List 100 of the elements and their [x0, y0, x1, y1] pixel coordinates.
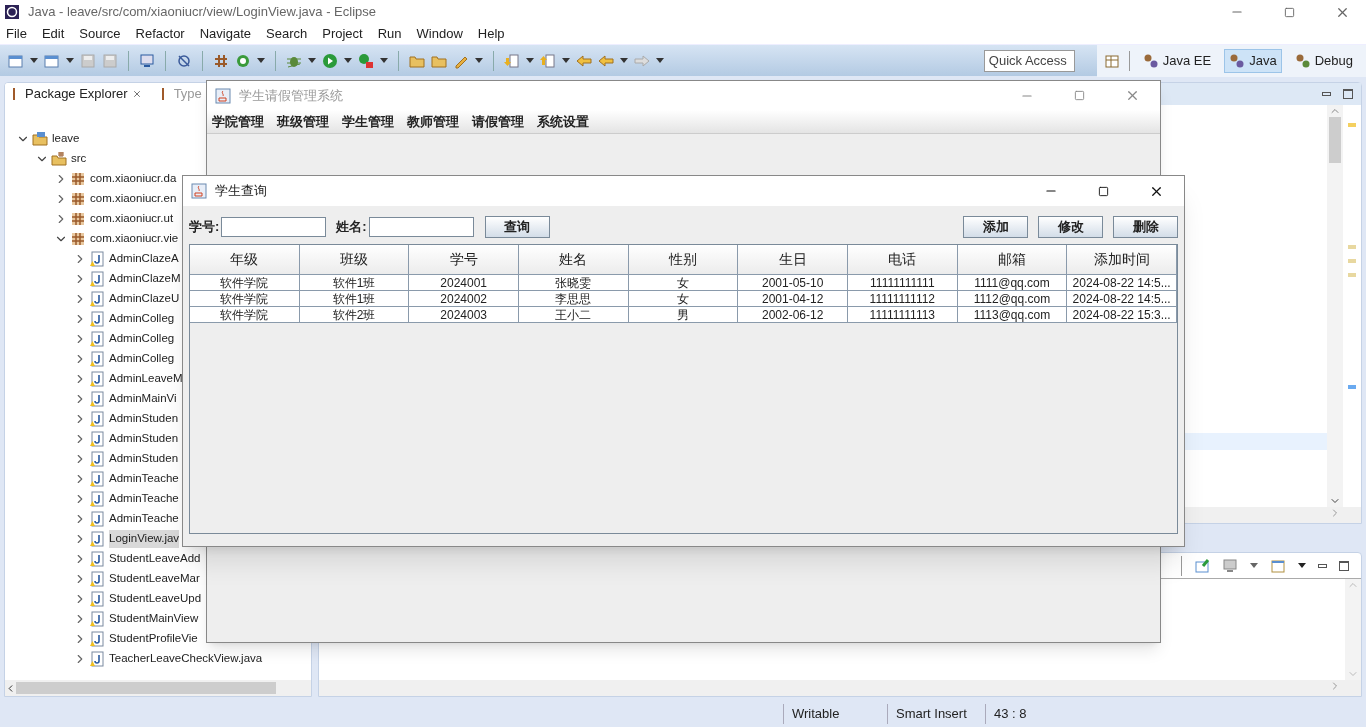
table-cell: 软件2班	[299, 307, 410, 323]
caret-icon[interactable]	[344, 58, 352, 63]
tree-item[interactable]: AdminStuden	[109, 430, 179, 448]
column-header[interactable]: 姓名	[519, 245, 629, 275]
tree-item[interactable]: AdminColleg	[109, 330, 175, 348]
tree-item[interactable]: LoginView.jav	[109, 530, 180, 548]
menu-item[interactable]: 系统设置	[537, 111, 589, 132]
menu-item[interactable]: Project	[322, 24, 363, 44]
tree-item[interactable]: AdminStuden	[109, 410, 179, 428]
maximize-view-icon[interactable]	[1343, 89, 1353, 99]
column-header[interactable]: 班级	[299, 245, 410, 275]
caret-icon[interactable]	[475, 58, 483, 63]
tree-item[interactable]: com.xiaoniucr.en	[90, 190, 177, 208]
menu-item[interactable]: 班级管理	[277, 111, 329, 132]
grid-icon[interactable]	[213, 52, 229, 69]
tree-item[interactable]: AdminMainVi	[109, 390, 177, 408]
play-icon[interactable]	[322, 52, 338, 69]
menu-item[interactable]: 学院管理	[212, 111, 264, 132]
column-header[interactable]: 性别	[628, 245, 739, 275]
tree-item[interactable]: TeacherLeaveCheckView.java	[109, 650, 263, 668]
menu-item[interactable]: Search	[266, 24, 308, 44]
perspective-button[interactable]: Java EE	[1137, 48, 1217, 73]
caret-icon[interactable]	[1298, 563, 1306, 568]
column-header[interactable]: 添加时间	[1067, 245, 1177, 275]
tree-item[interactable]: StudentMainView	[109, 610, 199, 628]
caret-icon[interactable]	[526, 58, 534, 63]
tree-item[interactable]: AdminClazeA	[109, 250, 179, 268]
run-tool-icon[interactable]	[358, 52, 374, 69]
package-icon	[70, 231, 86, 247]
minimize-view-icon[interactable]	[1322, 92, 1331, 96]
table-cell: 软件学院	[190, 307, 300, 323]
caret-icon[interactable]	[656, 58, 664, 63]
java-file-icon	[89, 291, 105, 307]
action-button[interactable]: 修改	[1038, 216, 1103, 238]
menu-item[interactable]: Run	[377, 24, 402, 44]
caret-icon[interactable]	[620, 58, 628, 63]
java-file-icon	[89, 491, 105, 507]
column-header[interactable]: 生日	[738, 245, 848, 275]
window-icon[interactable]	[8, 52, 24, 69]
caret-icon[interactable]	[562, 58, 570, 63]
scrollbar-thumb[interactable]	[1329, 117, 1341, 163]
caret-icon[interactable]	[257, 58, 265, 63]
pin-icon[interactable]	[1194, 557, 1210, 574]
table-cell: 男	[628, 307, 739, 323]
tree-item[interactable]: AdminTeache	[109, 510, 179, 528]
column-header[interactable]: 学号	[409, 245, 519, 275]
caret-icon[interactable]	[30, 58, 38, 63]
tree-item[interactable]: AdminTeache	[109, 490, 179, 508]
monitor-icon[interactable]	[139, 52, 155, 69]
column-header[interactable]: 电话	[848, 245, 958, 275]
menu-item[interactable]: Refactor	[135, 24, 185, 44]
column-header[interactable]: 年级	[190, 245, 300, 275]
menu-item[interactable]: Edit	[41, 24, 65, 44]
minimize-view-icon[interactable]	[1318, 563, 1327, 568]
window-icon[interactable]	[44, 52, 60, 69]
tree-item[interactable]: AdminStuden	[109, 450, 179, 468]
tree-item[interactable]: AdminColleg	[109, 350, 175, 368]
column-header[interactable]: 邮箱	[957, 245, 1068, 275]
tree-item[interactable]: leave	[52, 130, 80, 148]
text-field[interactable]	[221, 217, 327, 237]
tree-item[interactable]: StudentLeaveAdd	[109, 550, 201, 568]
menu-item[interactable]: Navigate	[199, 24, 251, 44]
maximize-icon[interactable]	[1098, 185, 1109, 197]
tree-item[interactable]: src	[71, 150, 87, 168]
open-perspective-icon[interactable]	[1104, 52, 1121, 69]
caret-icon[interactable]	[66, 58, 74, 63]
menu-item[interactable]: 请假管理	[472, 111, 524, 132]
tree-item[interactable]: StudentLeaveMar	[109, 570, 200, 588]
tree-item[interactable]: AdminLeaveM	[109, 370, 183, 388]
menu-item[interactable]: File	[6, 24, 27, 44]
view-tab[interactable]: Package Explorer	[9, 83, 146, 105]
scrollbar-thumb[interactable]	[16, 682, 276, 694]
monitor-icon[interactable]	[1222, 557, 1238, 574]
tree-item[interactable]: AdminColleg	[109, 310, 175, 328]
action-button[interactable]: 删除	[1113, 216, 1178, 238]
menu-item[interactable]: Source	[79, 24, 121, 44]
tree-item[interactable]: StudentProfileVie	[109, 630, 198, 648]
tree-item[interactable]: com.xiaoniucr.ut	[90, 210, 174, 228]
menu-item[interactable]: Help	[477, 24, 505, 44]
perspective-button[interactable]: Java	[1224, 48, 1282, 73]
caret-icon[interactable]	[380, 58, 388, 63]
tree-item[interactable]: com.xiaoniucr.vie	[90, 230, 179, 248]
text-field[interactable]	[368, 217, 474, 237]
tree-item[interactable]: StudentLeaveUpd	[109, 590, 202, 608]
tree-item[interactable]: AdminTeache	[109, 470, 179, 488]
action-button[interactable]: 添加	[963, 216, 1028, 238]
perspective-button[interactable]: Debug	[1289, 48, 1358, 73]
maximize-view-icon[interactable]	[1339, 560, 1349, 571]
caret-icon[interactable]	[308, 58, 316, 63]
new-window-icon[interactable]	[1270, 557, 1286, 574]
menu-item[interactable]: 教师管理	[407, 111, 459, 132]
table-cell: 2001-04-12	[738, 291, 848, 307]
table-cell: 2024003	[409, 307, 519, 323]
menu-item[interactable]: 学生管理	[342, 111, 394, 132]
quick-access-field[interactable]: Quick Access	[983, 49, 1075, 72]
menu-item[interactable]: Window	[416, 24, 463, 44]
search-button[interactable]: 查询	[484, 216, 550, 238]
tree-item[interactable]: AdminClazeM	[109, 270, 181, 288]
tree-item[interactable]: com.xiaoniucr.da	[90, 170, 177, 188]
tree-item[interactable]: AdminClazeU	[109, 290, 180, 308]
